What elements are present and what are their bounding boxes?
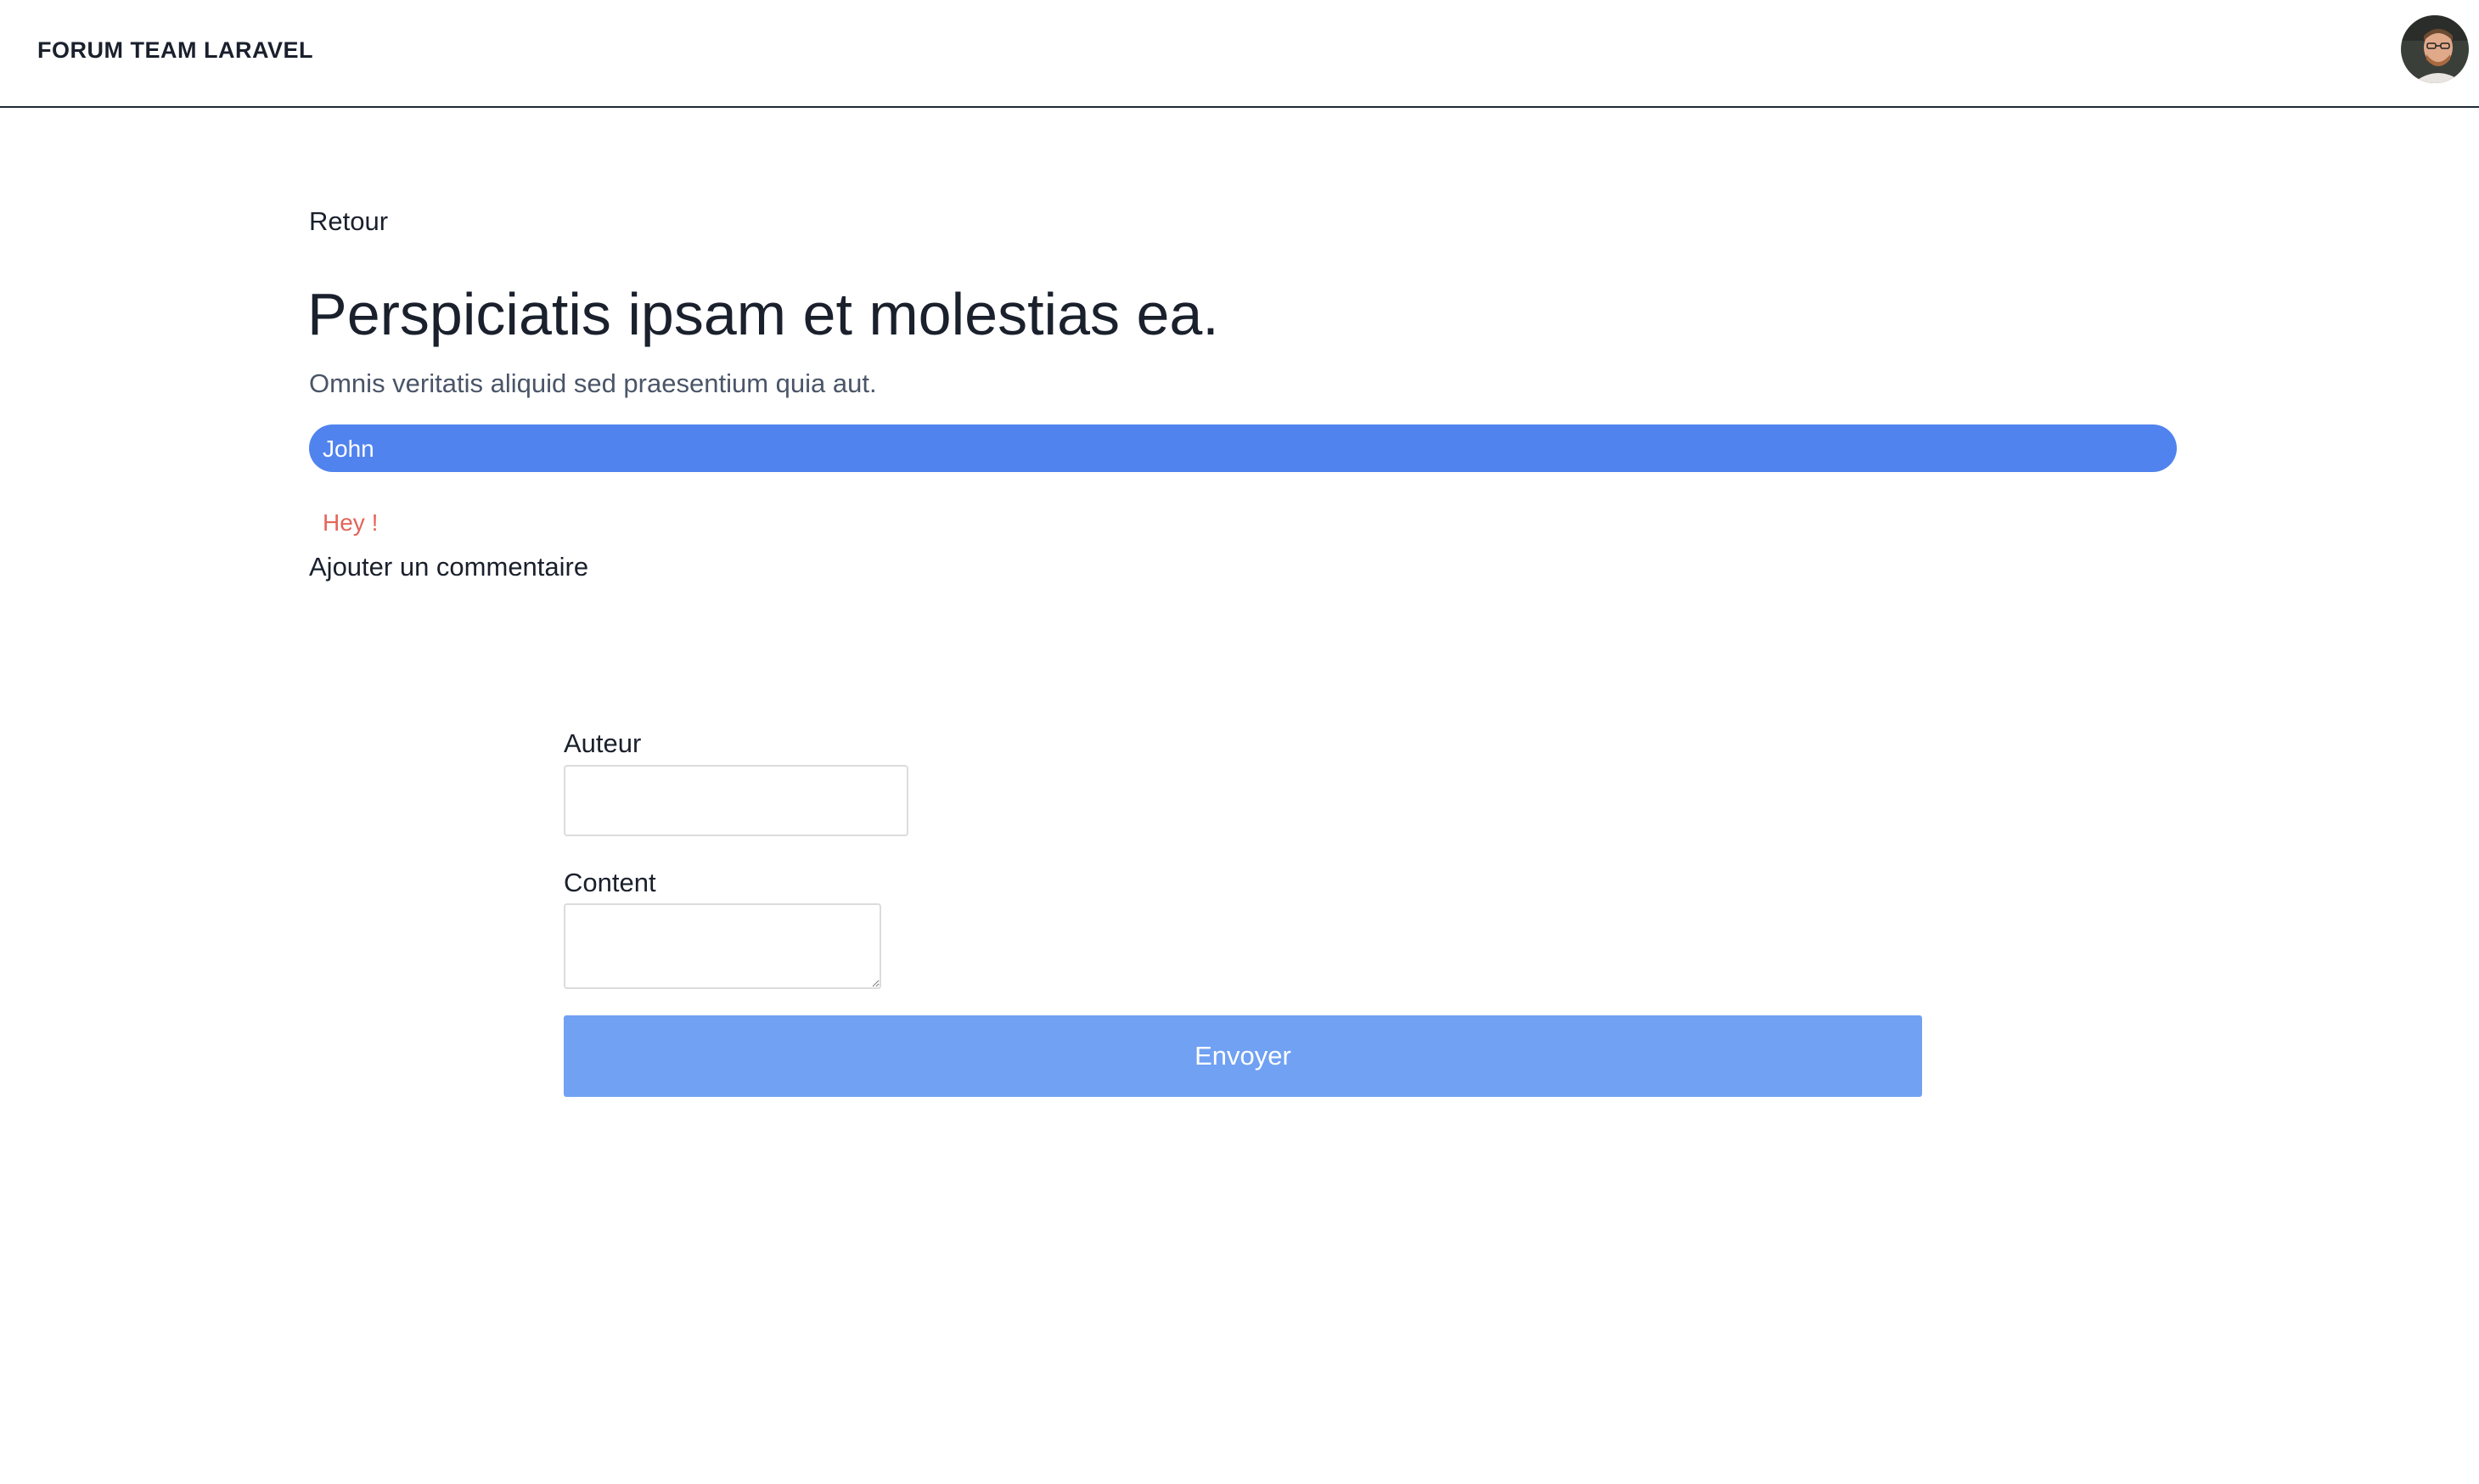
comment-item: Hey ! bbox=[323, 509, 379, 536]
top-navbar: FORUM TEAM LARAVEL bbox=[0, 0, 2479, 108]
post-author-name: John bbox=[323, 436, 374, 462]
post-subtitle: Omnis veritatis aliquid sed praesentium … bbox=[309, 368, 877, 398]
content-textarea[interactable] bbox=[564, 903, 881, 989]
author-input[interactable] bbox=[564, 765, 908, 836]
user-avatar-icon[interactable] bbox=[2401, 15, 2469, 83]
author-label: Auteur bbox=[564, 728, 642, 758]
site-brand[interactable]: FORUM TEAM LARAVEL bbox=[37, 37, 313, 64]
post-author-badge: John bbox=[309, 424, 2177, 472]
post-title: Perspiciatis ipsam et molestias ea. bbox=[307, 281, 1219, 347]
avatar-image bbox=[2401, 15, 2469, 83]
content-label: Content bbox=[564, 868, 656, 897]
add-comment-heading: Ajouter un commentaire bbox=[309, 552, 589, 582]
submit-button[interactable]: Envoyer bbox=[564, 1015, 1922, 1097]
back-link[interactable]: Retour bbox=[309, 206, 388, 237]
